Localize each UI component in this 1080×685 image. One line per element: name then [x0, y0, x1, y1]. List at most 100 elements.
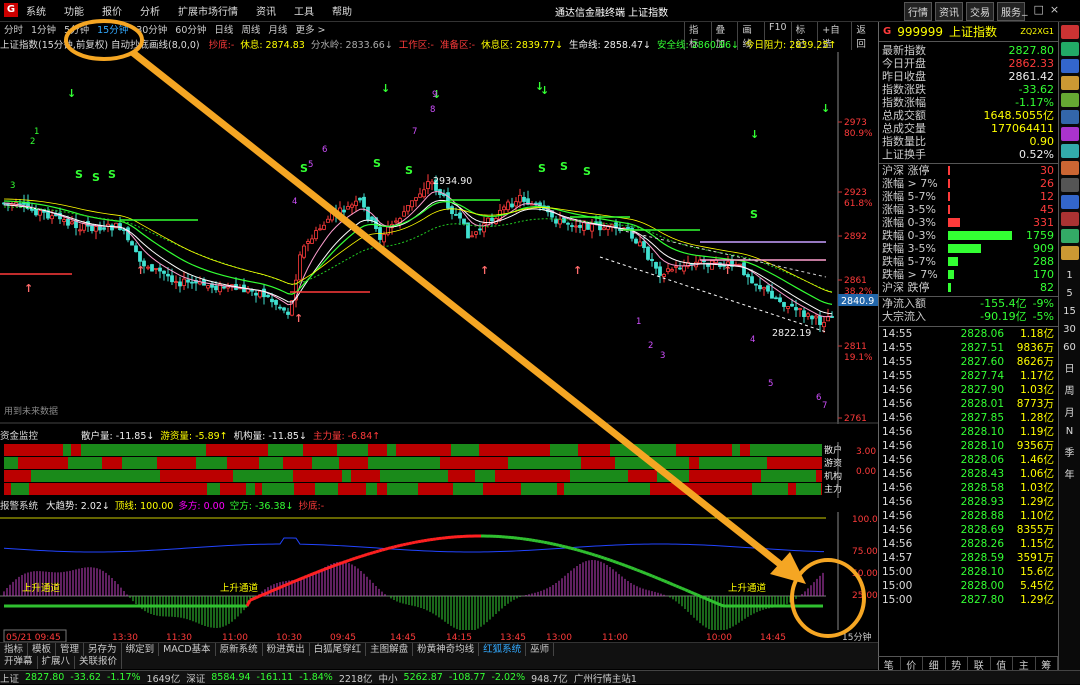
extra-tab[interactable]: 开弹幕 [0, 656, 38, 669]
menu-item[interactable]: 报价 [102, 3, 122, 18]
period-shortcut[interactable]: 周 [1059, 382, 1080, 397]
menu-item[interactable]: 系统 [26, 3, 46, 18]
bell-icon[interactable] [1061, 144, 1079, 158]
indicator-tab[interactable]: 管理 [56, 643, 84, 656]
menu-item[interactable]: 资讯 [256, 3, 276, 18]
fund-block [4, 470, 31, 482]
people-icon[interactable] [1061, 127, 1079, 141]
period-tab[interactable]: 周线 [241, 22, 260, 36]
star-icon[interactable] [1061, 76, 1079, 90]
breadth-value: 45 [1040, 203, 1054, 216]
period-shortcut[interactable]: 1 [1059, 270, 1080, 281]
period-shortcut[interactable]: 60 [1059, 342, 1080, 353]
trend-indicator-chart[interactable]: 100.075.0050.0025.00上升通道上升通道上升通道 [0, 512, 878, 630]
menu-item[interactable]: 扩展市场行情 [178, 3, 238, 18]
period-tab[interactable]: 60分钟 [175, 22, 206, 36]
period-tab[interactable]: 日线 [214, 22, 233, 36]
indicator-tab[interactable]: 绑定到 [122, 643, 160, 656]
period-shortcut[interactable]: 30 [1059, 324, 1080, 335]
extra-tab[interactable]: 关联报价 [75, 656, 122, 669]
period-shortcut[interactable]: 日 [1059, 360, 1080, 375]
candle-body [331, 213, 334, 220]
fund-block [88, 483, 113, 495]
period-tab[interactable]: 5分钟 [64, 22, 89, 36]
help-icon[interactable] [1061, 212, 1079, 226]
period-shortcut[interactable]: 15 [1059, 306, 1080, 317]
main-candlestick-chart[interactable]: 297380.9%292361.8%2892286138.2%281119.1%… [0, 52, 878, 424]
indicator-tab[interactable]: 原新系统 [216, 643, 263, 656]
period-shortcut[interactable]: N [1059, 426, 1080, 437]
fund-block [380, 470, 405, 482]
status-item: 上证 [0, 671, 19, 685]
fib-pct-label: 61.8% [844, 199, 873, 209]
info-icon[interactable] [1061, 195, 1079, 209]
fund-axis-label: 3.00 [856, 447, 876, 457]
news-icon[interactable] [1061, 25, 1079, 39]
list-icon[interactable] [1061, 59, 1079, 73]
indicator-tab[interactable]: 指标 [0, 643, 28, 656]
period-shortcut[interactable]: 季 [1059, 444, 1080, 459]
fund-row-label: 游资 [824, 457, 842, 469]
fund-block [206, 444, 233, 456]
indicator-tab[interactable]: 巫师 [526, 643, 554, 656]
trend-curve-seg [646, 573, 649, 574]
menu-item[interactable]: 分析 [140, 3, 160, 18]
fund-block [759, 444, 789, 456]
period-tab[interactable]: 更多 > [295, 22, 325, 36]
indicator-value: 休息: 2874.83 [240, 40, 305, 51]
menu-item[interactable]: 功能 [64, 3, 84, 18]
quote-panel-tab[interactable]: 联 [968, 657, 991, 670]
period-shortcut[interactable]: 年 [1059, 466, 1080, 481]
period-shortcut[interactable]: 5 [1059, 288, 1080, 299]
current-price-text: 2840.9 [841, 296, 874, 307]
setting-icon[interactable] [1061, 229, 1079, 243]
indicator-tab[interactable]: 模板 [28, 643, 56, 656]
quote-panel-tab[interactable]: 势 [946, 657, 969, 670]
count-marker: 1 [636, 317, 641, 327]
period-shortcut[interactable]: 月 [1059, 404, 1080, 419]
rsi-icon[interactable] [1061, 178, 1079, 192]
trend-curve-seg [322, 569, 325, 570]
quote-panel-tab[interactable]: 笔 [878, 657, 901, 670]
period-tab[interactable]: 分时 [4, 22, 23, 36]
window-controls[interactable]: _□× [1022, 3, 1065, 16]
period-tab[interactable]: 月线 [268, 22, 287, 36]
indicator-tab[interactable]: 主图解盘 [366, 643, 413, 656]
top-button[interactable]: 行情 [904, 2, 932, 21]
tick-price: 2828.10 [938, 439, 1004, 453]
period-tab[interactable]: 1分钟 [31, 22, 56, 36]
trend-curve-seg [325, 568, 328, 569]
candle-body [811, 316, 814, 319]
candle-body [307, 241, 310, 243]
fund-block [146, 483, 168, 495]
indicator-tab[interactable]: 另存为 [84, 643, 122, 656]
quote-panel-tab[interactable]: 值 [991, 657, 1014, 670]
top-button[interactable]: 服务 [997, 2, 1025, 21]
fund-monitor-chart[interactable]: 散户游资机构主力3.000.00 [0, 442, 878, 498]
quote-panel-tab[interactable]: 主 [1013, 657, 1036, 670]
top-button[interactable]: 交易 [966, 2, 994, 21]
extra-tab[interactable]: 扩展八 [38, 656, 76, 669]
top-button[interactable]: 资讯 [935, 2, 963, 21]
indicator-tab[interactable]: 红狐系统 [479, 643, 526, 656]
chart-icon[interactable] [1061, 42, 1079, 56]
period-tab[interactable]: 30分钟 [136, 22, 167, 36]
quote-panel-tab[interactable]: 细 [923, 657, 946, 670]
stack-icon[interactable] [1061, 246, 1079, 260]
grid-icon[interactable] [1061, 93, 1079, 107]
fib-pct-label: 19.1% [844, 353, 873, 363]
indicator-tab[interactable]: MACD基本 [159, 643, 215, 656]
quote-panel-tab[interactable]: 价 [901, 657, 924, 670]
tool-icon[interactable] [1061, 161, 1079, 175]
menu-item[interactable]: 工具 [294, 3, 314, 18]
indicator-tab[interactable]: 白狐尾穿红 [310, 643, 367, 656]
menu-item[interactable]: 帮助 [332, 3, 352, 18]
indicator-tab[interactable]: 粉进黄出 [263, 643, 310, 656]
indicator-tab[interactable]: 粉黄神奇均线 [413, 643, 479, 656]
tick-price: 2828.01 [938, 397, 1004, 411]
calendar-icon[interactable] [1061, 110, 1079, 124]
quote-panel-tab[interactable]: 筹 [1036, 657, 1059, 670]
period-tab[interactable]: 15分钟 [97, 22, 128, 36]
status-item: 948.7亿 [531, 671, 568, 685]
candle-body [323, 225, 326, 229]
